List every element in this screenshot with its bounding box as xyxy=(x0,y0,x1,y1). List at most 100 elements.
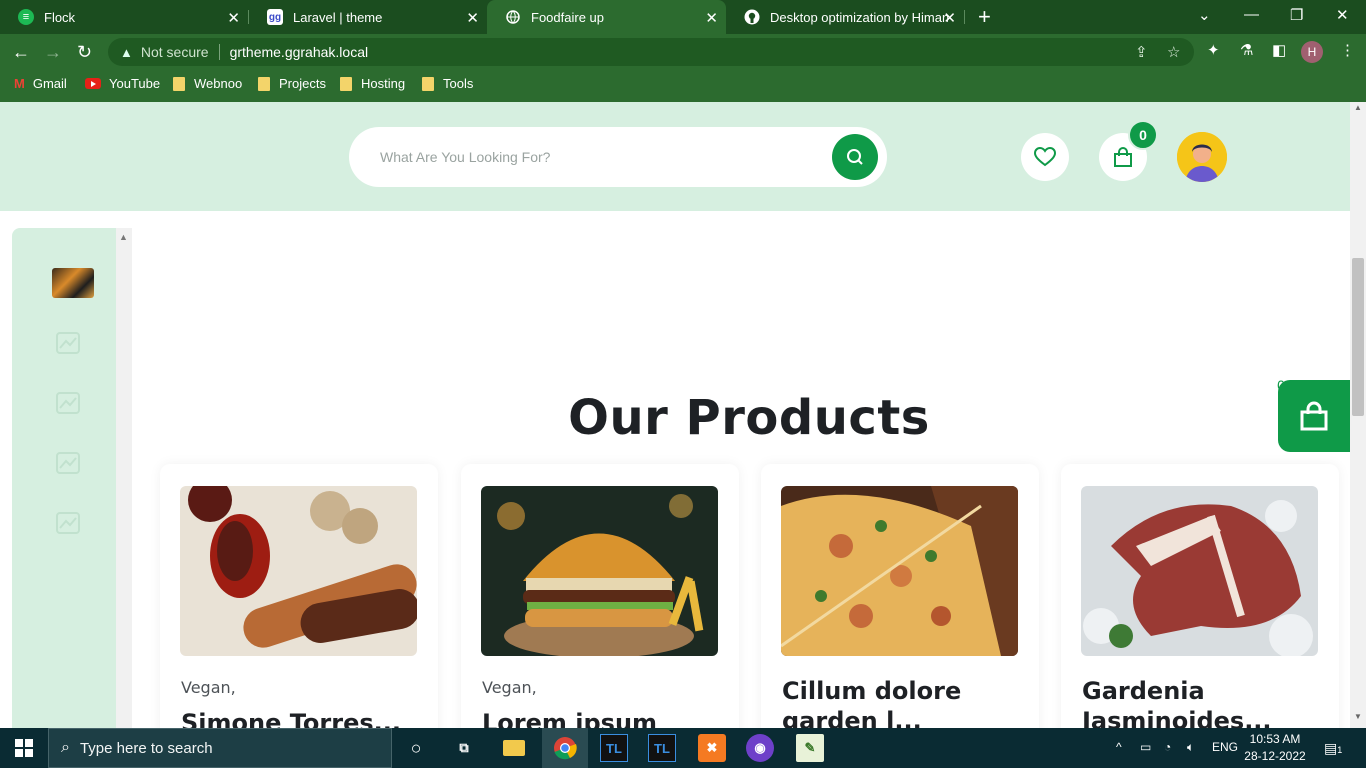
site-header: What Are You Looking For? 0 xyxy=(0,102,1366,211)
new-tab-icon[interactable]: + xyxy=(978,4,991,30)
product-card[interactable]: Gardenia Jasminoides... xyxy=(1061,464,1339,728)
terminal-tl-icon[interactable]: TL xyxy=(600,734,628,762)
file-explorer-icon[interactable] xyxy=(500,734,528,762)
tab-title: Foodfaire up xyxy=(531,9,604,25)
restore-icon[interactable]: ❐ xyxy=(1290,6,1303,24)
product-image[interactable] xyxy=(481,486,718,656)
close-icon[interactable]: ✕ xyxy=(705,9,718,27)
bookmark-hosting[interactable]: Hosting xyxy=(340,76,405,91)
url-text[interactable]: grtheme.ggrahak.local xyxy=(230,44,369,60)
reload-icon[interactable]: ↻ xyxy=(77,42,92,63)
close-icon[interactable]: ✕ xyxy=(227,9,240,27)
tab-laravel[interactable]: gg Laravel | theme ✕ xyxy=(249,0,487,34)
window-close-icon[interactable]: ✕ xyxy=(1336,6,1349,24)
tray-chevron-icon[interactable]: ^ xyxy=(1116,740,1122,754)
profile-avatar[interactable]: H xyxy=(1301,41,1323,63)
share-icon[interactable]: ⇪ xyxy=(1135,43,1148,61)
product-title[interactable]: Simone Torres... xyxy=(181,708,421,728)
bookmark-projects[interactable]: Projects xyxy=(258,76,326,91)
bookmark-label: Tools xyxy=(443,76,474,91)
scroll-down-icon[interactable]: ▼ xyxy=(1354,712,1362,721)
cart-count-badge: 0 xyxy=(1128,120,1158,150)
language-indicator[interactable]: ENG xyxy=(1212,740,1238,754)
web-page: What Are You Looking For? 0 ▲ Our Produc… xyxy=(0,102,1366,728)
minimize-icon[interactable]: — xyxy=(1244,6,1259,23)
terminal-tl-icon[interactable]: TL xyxy=(648,734,676,762)
folder-icon xyxy=(258,76,270,91)
scrollbar-thumb[interactable] xyxy=(1352,258,1364,416)
product-card[interactable]: Vegan, Simone Torres... xyxy=(160,464,438,728)
notification-icon[interactable]: ▤1 xyxy=(1324,740,1342,757)
extensions-icon[interactable]: ✦ xyxy=(1207,41,1220,59)
back-icon[interactable]: ← xyxy=(12,42,30,63)
product-image[interactable] xyxy=(180,486,417,656)
shopping-bag-icon xyxy=(1114,147,1132,167)
github-desktop-icon[interactable]: ◉ xyxy=(746,734,774,762)
youtube-icon xyxy=(85,78,101,89)
tab-title: Desktop optimization by Himansh xyxy=(770,9,948,25)
address-bar[interactable]: ▲ Not secure grtheme.ggrahak.local ⇪ ☆ xyxy=(108,38,1194,66)
page-scrollbar[interactable]: ▲ ▼ xyxy=(1350,102,1366,728)
product-card[interactable]: Cillum dolore garden l... xyxy=(761,464,1039,728)
forward-icon[interactable]: → xyxy=(44,42,62,63)
tab-flock[interactable]: ≡ Flock ✕ xyxy=(0,0,248,34)
search-input[interactable]: What Are You Looking For? xyxy=(380,149,550,165)
sidebar-scrollbar[interactable]: ▲ xyxy=(116,228,132,728)
battery-icon[interactable]: ▭ xyxy=(1140,740,1151,754)
volume-icon[interactable]: 🔈︎ xyxy=(1187,740,1194,755)
scroll-up-icon[interactable]: ▲ xyxy=(1354,103,1362,112)
category-thumbnail[interactable] xyxy=(52,268,94,298)
xampp-icon[interactable]: ✖ xyxy=(698,734,726,762)
folder-icon xyxy=(422,76,434,91)
product-title[interactable]: Lorem ipsum xyxy=(482,708,722,728)
product-category: Vegan, xyxy=(181,678,236,697)
task-view-icon[interactable]: ⧉ xyxy=(450,734,478,762)
globe-icon xyxy=(505,9,521,25)
bookmark-webnoo[interactable]: Webnoo xyxy=(173,76,242,91)
close-icon[interactable]: ✕ xyxy=(943,9,956,27)
tab-search-icon[interactable]: ⌄ xyxy=(1198,6,1211,24)
tab-foodfaire[interactable]: Foodfaire up ✕ xyxy=(487,0,726,34)
user-avatar[interactable] xyxy=(1177,132,1227,182)
notification-count: 1 xyxy=(1337,745,1343,755)
tab-title: Laravel | theme xyxy=(293,9,383,25)
close-icon[interactable]: ✕ xyxy=(466,9,479,27)
side-panel-icon[interactable]: ◧ xyxy=(1272,41,1286,59)
shopping-bag-icon xyxy=(1300,401,1328,431)
floating-cart-button[interactable] xyxy=(1278,380,1350,452)
taskbar-clock[interactable]: 10:53 AM 28-12-2022 xyxy=(1240,731,1310,765)
bookmark-label: YouTube xyxy=(109,76,161,91)
scroll-up-icon[interactable]: ▲ xyxy=(119,232,128,242)
product-image[interactable] xyxy=(1081,486,1318,656)
product-card[interactable]: Vegan, Lorem ipsum xyxy=(461,464,739,728)
heart-icon xyxy=(1034,147,1056,167)
notepad-icon[interactable]: ✎ xyxy=(796,734,824,762)
github-icon xyxy=(744,9,760,25)
bookmark-gmail[interactable]: M Gmail xyxy=(14,76,67,91)
product-category: Vegan, xyxy=(482,678,537,697)
product-image[interactable] xyxy=(781,486,1018,656)
search-bar[interactable]: What Are You Looking For? xyxy=(349,127,887,187)
security-label: Not secure xyxy=(140,44,209,60)
menu-dots-icon[interactable]: ⋮ xyxy=(1340,41,1355,59)
section-title: Our Products xyxy=(568,390,930,446)
search-button[interactable] xyxy=(832,134,878,180)
labs-flask-icon[interactable]: ⚗ xyxy=(1240,41,1253,59)
product-title[interactable]: Cillum dolore garden l... xyxy=(782,676,1022,728)
chrome-taskbar-icon[interactable] xyxy=(542,728,588,768)
taskbar-search-box[interactable]: ⌕ Type here to search xyxy=(48,728,392,768)
wishlist-button[interactable] xyxy=(1021,133,1069,181)
bookmark-youtube[interactable]: YouTube xyxy=(85,76,160,91)
cortana-icon[interactable]: ○ xyxy=(402,734,430,762)
bookmark-label: Gmail xyxy=(32,76,67,91)
warning-icon[interactable]: ▲ xyxy=(120,45,133,60)
browser-tab-strip: ≡ Flock ✕ gg Laravel | theme ✕ Foodfaire… xyxy=(0,0,1366,34)
image-placeholder-icon xyxy=(56,452,80,474)
bookmark-tools[interactable]: Tools xyxy=(422,76,473,91)
tab-github[interactable]: Desktop optimization by Himansh ✕ xyxy=(726,0,964,34)
wifi-icon[interactable]: ◔ xyxy=(1164,740,1171,754)
product-title[interactable]: Gardenia Jasminoides... xyxy=(1082,676,1322,728)
bookmark-star-icon[interactable]: ☆ xyxy=(1167,43,1180,61)
category-sidebar xyxy=(12,228,116,728)
windows-start-icon[interactable] xyxy=(10,734,38,762)
